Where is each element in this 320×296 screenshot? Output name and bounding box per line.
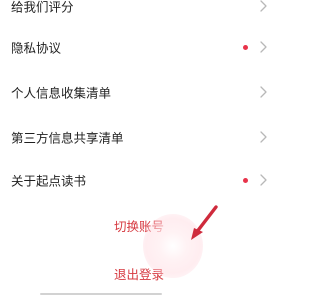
chevron-right-icon bbox=[260, 0, 267, 12]
pointer-arrow-icon bbox=[191, 205, 218, 240]
switch-account-button[interactable]: 切换账号 bbox=[114, 216, 164, 235]
home-indicator-bar bbox=[40, 293, 162, 295]
settings-page: 给我们评分 隐私协议 个人信息收集清单 第三方信息共享清单 关于起点读书 切换账… bbox=[0, 0, 279, 296]
settings-item-rate-us[interactable]: 给我们评分 bbox=[0, 0, 279, 26]
chevron-right-icon bbox=[260, 174, 267, 186]
settings-item-label: 个人信息收集清单 bbox=[11, 85, 112, 101]
settings-item-label: 第三方信息共享清单 bbox=[11, 130, 124, 146]
settings-item-label: 给我们评分 bbox=[11, 0, 74, 15]
new-indicator-dot bbox=[243, 44, 248, 50]
settings-item-privacy-policy[interactable]: 隐私协议 bbox=[0, 27, 279, 67]
logout-button[interactable]: 退出登录 bbox=[114, 264, 164, 283]
chevron-right-icon bbox=[260, 41, 267, 53]
settings-item-label: 关于起点读书 bbox=[11, 173, 87, 189]
chevron-right-icon bbox=[260, 131, 267, 143]
new-indicator-dot bbox=[243, 177, 248, 183]
chevron-right-icon bbox=[260, 86, 267, 98]
settings-item-third-party-sharing[interactable]: 第三方信息共享清单 bbox=[0, 117, 279, 157]
settings-item-personal-info-list[interactable]: 个人信息收集清单 bbox=[0, 72, 279, 112]
settings-item-label: 隐私协议 bbox=[11, 40, 62, 56]
settings-item-about[interactable]: 关于起点读书 bbox=[0, 160, 279, 200]
